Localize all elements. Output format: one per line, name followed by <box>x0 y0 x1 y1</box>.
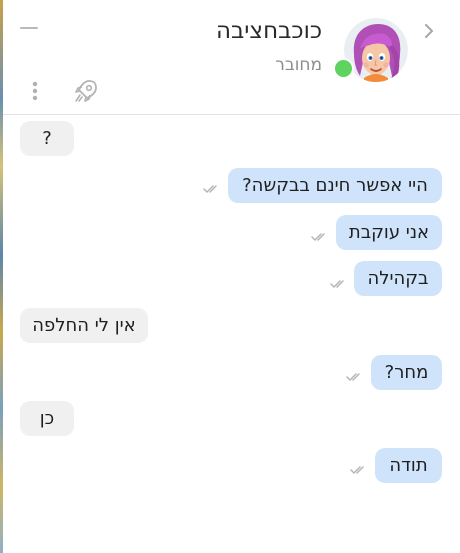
message-bubble-outgoing[interactable]: תודה <box>375 448 442 483</box>
kebab-menu-icon[interactable] <box>25 78 45 104</box>
message-bubble-outgoing[interactable]: היי אפשר חינם בבקשה? <box>228 168 442 203</box>
read-receipt-icon <box>330 280 344 288</box>
message-bubble-incoming[interactable]: ? <box>20 121 74 156</box>
message-bubble-incoming[interactable]: כן <box>20 401 74 436</box>
header-divider <box>3 114 460 115</box>
read-receipt-icon <box>350 466 364 474</box>
minimize-icon[interactable] <box>19 18 39 38</box>
read-receipt-icon <box>311 233 325 241</box>
message-bubble-outgoing[interactable]: מחר? <box>371 355 442 390</box>
rocket-icon[interactable] <box>72 77 100 105</box>
read-receipt-icon <box>346 373 360 381</box>
contact-name[interactable]: כוכבחציבה <box>216 18 322 44</box>
online-status-dot <box>333 58 354 79</box>
chat-header: כוכבחציבה מחובר <box>0 0 460 114</box>
avatar[interactable] <box>344 18 408 82</box>
chevron-right-icon[interactable] <box>419 20 439 42</box>
message-bubble-incoming[interactable]: אין לי החלפה <box>20 308 148 343</box>
read-receipt-icon <box>203 185 217 193</box>
message-bubble-outgoing[interactable]: בקהילה <box>354 261 442 296</box>
contact-status: מחובר <box>275 55 322 75</box>
message-bubble-outgoing[interactable]: אני עוקבת <box>336 215 442 250</box>
